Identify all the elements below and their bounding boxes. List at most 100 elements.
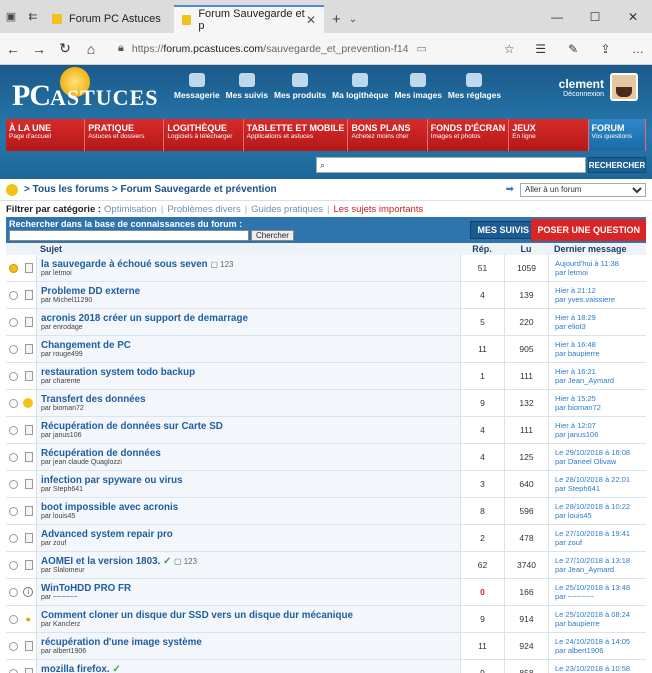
topic-title-link[interactable]: boot impossible avec acronis — [41, 502, 178, 513]
tab-forum-sauvegarde[interactable]: Forum Sauvegarde et p ✕ — [174, 5, 324, 33]
home-icon[interactable]: ⌂ — [78, 41, 104, 57]
forward-icon[interactable]: → — [26, 41, 52, 57]
topic-author[interactable]: par letmoi — [41, 270, 460, 277]
nav-tablette-mobile[interactable]: TABLETTE ET MOBILE Applications et astuce… — [243, 119, 349, 151]
filter-guides-pratiques[interactable]: Guides pratiques — [251, 204, 323, 215]
nav-messagerie[interactable]: Messagerie — [174, 73, 220, 100]
last-message-author[interactable]: par janus106 — [555, 430, 646, 439]
topic-title-link[interactable]: AOMEI et la version 1803. — [41, 556, 160, 567]
last-message-author[interactable]: par baupierre — [555, 349, 646, 358]
tab-list-button[interactable]: ⌄ — [349, 5, 357, 33]
last-message-date[interactable]: Le 25/10/2018 à 08:24 — [555, 610, 646, 619]
topic-author[interactable]: par ~~~~~~ — [41, 594, 460, 601]
last-message-author[interactable]: par Daneel Olivaw — [555, 457, 646, 466]
last-message-date[interactable]: Hier à 16:21 — [555, 367, 646, 376]
last-message-date[interactable]: Hier à 21:12 — [555, 286, 646, 295]
mes-suivis-button[interactable]: MES SUIVIS — [470, 221, 536, 239]
last-message-author[interactable]: par zouf — [555, 538, 646, 547]
minimize-button[interactable]: — — [538, 0, 576, 33]
last-message-date[interactable]: Le 27/10/2018 à 13:18 — [555, 556, 646, 565]
last-message-author[interactable]: par eliot3 — [555, 322, 646, 331]
topic-title-link[interactable]: Comment cloner un disque dur SSD vers un… — [41, 610, 353, 621]
kb-search-input[interactable] — [9, 230, 249, 241]
last-message-author[interactable]: par Steph641 — [555, 484, 646, 493]
topic-title-link[interactable]: Probleme DD externe — [41, 286, 140, 297]
header-last[interactable]: Dernier message — [548, 244, 646, 254]
site-search-input[interactable]: ⌕ — [316, 157, 586, 173]
topic-author[interactable]: par louis45 — [41, 513, 460, 520]
logout-link[interactable]: Déconnexion — [559, 91, 604, 98]
topic-author[interactable]: par charente — [41, 378, 460, 385]
topic-author[interactable]: par janus106 — [41, 432, 460, 439]
maximize-button[interactable]: ☐ — [576, 0, 614, 33]
header-rep[interactable]: Rép. — [460, 244, 504, 254]
tab-forum-pcastuces[interactable]: Forum PC Astuces — [44, 5, 174, 33]
last-message-author[interactable]: par letmoi — [555, 268, 646, 277]
last-message-author[interactable]: par albert1906 — [555, 646, 646, 655]
topic-title-link[interactable]: Récupération de données — [41, 448, 161, 459]
nav-a-la-une[interactable]: À LA UNE Page d'accueil — [6, 119, 86, 151]
user-name[interactable]: clement — [559, 77, 604, 91]
topic-author[interactable]: par zouf — [41, 540, 460, 547]
favorites-hub-icon[interactable]: ☰ — [527, 42, 555, 56]
topic-title-link[interactable]: récupération d'une image système — [41, 637, 202, 648]
topic-author[interactable]: par Slalomeur — [41, 567, 460, 574]
nav-mes-images[interactable]: Mes images — [394, 73, 442, 100]
topic-author[interactable]: par Michel11290 — [41, 297, 460, 304]
nav-pratique[interactable]: PRATIQUE Astuces et dossiers — [85, 119, 165, 151]
last-message-author[interactable]: par Jean_Aymard — [555, 376, 646, 385]
topic-pages[interactable]: ▢ 123 — [174, 557, 197, 566]
nav-forum[interactable]: FORUM Vos questions — [588, 119, 647, 151]
nav-mes-produits[interactable]: Mes produits — [274, 73, 326, 100]
topic-title-link[interactable]: Advanced system repair pro — [41, 529, 173, 540]
topic-title-link[interactable]: acronis 2018 créer un support de demarra… — [41, 313, 248, 324]
last-message-date[interactable]: Le 24/10/2018 à 14:05 — [555, 637, 646, 646]
close-window-button[interactable]: ✕ — [614, 0, 652, 33]
last-message-date[interactable]: Aujourd'hui à 11:38 — [555, 259, 646, 268]
avatar[interactable] — [610, 73, 638, 101]
filter-sujets-importants[interactable]: Les sujets importants — [333, 204, 423, 215]
poser-question-button[interactable]: POSER UNE QUESTION — [531, 219, 646, 241]
search-button[interactable]: RECHERCHER — [588, 157, 646, 173]
favorite-star-icon[interactable]: ☆ — [498, 42, 521, 56]
refresh-icon[interactable]: ↻ — [52, 40, 78, 57]
last-message-author[interactable]: par louis45 — [555, 511, 646, 520]
topic-author[interactable]: par Steph641 — [41, 486, 460, 493]
topic-author[interactable]: par rouge499 — [41, 351, 460, 358]
topic-author[interactable]: par albert1906 — [41, 648, 460, 655]
topic-title-link[interactable]: Transfert des données — [41, 394, 146, 405]
url-field[interactable]: 🔒︎ https:// forum.pcastuces.com /sauvega… — [118, 38, 521, 60]
last-message-date[interactable]: Le 28/10/2018 à 22:01 — [555, 475, 646, 484]
reading-view-icon[interactable]: ▭ — [409, 42, 435, 55]
topic-author[interactable]: par Kanclerz — [41, 621, 460, 628]
topic-title-link[interactable]: Récupération de données sur Carte SD — [41, 421, 223, 432]
set-aside-tabs-icon[interactable]: ⇇ — [22, 0, 44, 33]
share-icon[interactable]: ⇪ — [592, 42, 620, 56]
back-icon[interactable]: ← — [0, 41, 26, 57]
topic-title-link[interactable]: infection par spyware ou virus — [41, 475, 183, 486]
header-lu[interactable]: Lu — [504, 244, 548, 254]
filter-problemes-divers[interactable]: Problèmes divers — [167, 204, 240, 215]
close-tab-icon[interactable]: ✕ — [306, 13, 316, 27]
last-message-date[interactable]: Hier à 16:48 — [555, 340, 646, 349]
last-message-date[interactable]: Le 23/10/2018 à 10:58 — [555, 664, 646, 673]
nav-bons-plans[interactable]: BONS PLANS Achetez moins cher — [348, 119, 428, 151]
last-message-date[interactable]: Le 29/10/2018 à 16:08 — [555, 448, 646, 457]
last-message-date[interactable]: Hier à 15:25 — [555, 394, 646, 403]
topic-title-link[interactable]: WinToHDD PRO FR — [41, 583, 131, 594]
last-message-date[interactable]: Hier à 18:29 — [555, 313, 646, 322]
nav-fonds-ecran[interactable]: FONDS D'ÉCRAN Images et photos — [427, 119, 510, 151]
topic-title-link[interactable]: la sauvegarde à échoué sous seven — [41, 259, 208, 270]
topic-title-link[interactable]: Changement de PC — [41, 340, 131, 351]
last-message-author[interactable]: par Jean_Aymard — [555, 565, 646, 574]
topic-author[interactable]: par enrodage — [41, 324, 460, 331]
last-message-date[interactable]: Hier à 12:07 — [555, 421, 646, 430]
topic-author[interactable]: par jean claude Quaglozzi — [41, 459, 460, 466]
breadcrumb-text[interactable]: > Tous les forums > Forum Sauvegarde et … — [24, 184, 277, 195]
topic-title-link[interactable]: mozilla firefox. — [41, 664, 110, 673]
topic-pages[interactable]: ▢ 123 — [210, 260, 233, 269]
last-message-author[interactable]: par yves.vaissiere — [555, 295, 646, 304]
nav-jeux[interactable]: JEUX En ligne — [509, 119, 589, 151]
tab-actions-icon[interactable]: ▣ — [0, 0, 22, 33]
filter-optimisation[interactable]: Optimisation — [104, 204, 157, 215]
